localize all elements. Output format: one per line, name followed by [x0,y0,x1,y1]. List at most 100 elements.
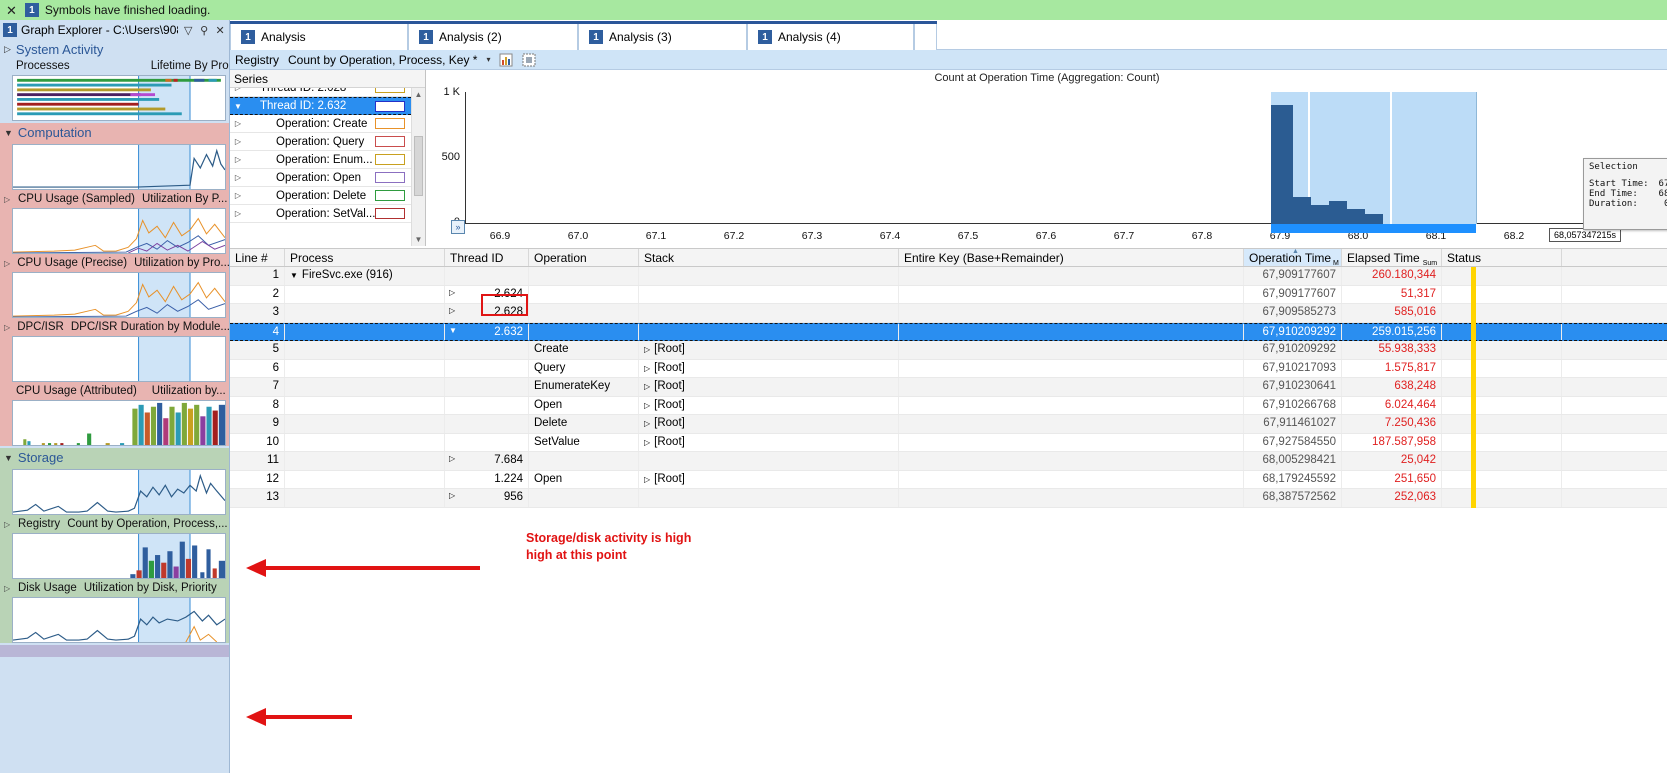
table-row[interactable]: 13 ▷ 956 68,387572562 252,063 [230,489,1667,508]
scrollbar-thumb[interactable] [414,136,423,196]
column-header-status[interactable]: Status [1442,249,1562,266]
table-row[interactable]: 4 ▼ 2.632 67,910209292 259.015,256 [230,322,1667,341]
series-color-swatch[interactable] [375,154,405,165]
scroll-up-icon[interactable]: ▲ [412,88,425,101]
tab-overflow[interactable] [914,21,937,50]
series-color-swatch[interactable] [375,190,405,201]
thumbnail-dpc-isr[interactable] [12,272,226,318]
sidebar-item-cpu-usage-attributed[interactable]: CPU Usage (Attributed) Utilization by... [0,384,229,398]
sidebar-item-processes[interactable]: Processes Lifetime By Process [0,59,229,73]
chevron-right-icon[interactable]: ▷ [449,306,455,315]
column-header-process[interactable]: Process [285,249,445,266]
series-color-swatch[interactable] [375,172,405,183]
chevron-down-icon[interactable]: ▼ [449,326,457,335]
column-header-operation-time[interactable]: Operation Time M ▲ [1244,248,1342,267]
cell-process [285,304,445,322]
series-color-swatch[interactable] [375,118,405,129]
series-row-operation-query[interactable]: ▷ Operation: Query [230,133,411,151]
chevron-right-icon[interactable]: ▷ [644,401,650,410]
column-header-line[interactable]: Line # [230,249,285,266]
table-row[interactable]: 6 Query ▷ [Root] 67,910217093 1.575,817 [230,359,1667,378]
close-icon[interactable]: ✕ [214,24,226,37]
tab-analysis-4[interactable]: 1 Analysis (4) [747,21,914,50]
chevron-right-icon[interactable]: ▷ [449,491,455,500]
cell-status [1442,452,1562,470]
tab-badge: 1 [758,30,772,44]
chevron-right-icon[interactable]: ▷ [449,454,455,463]
table-row[interactable]: 9 Delete ▷ [Root] 67,911461027 7.250,436 [230,415,1667,434]
selection-tooltip: Selection Start Time: 67,910209292s End … [1583,158,1667,230]
preset-name[interactable]: Count by Operation, Process, Key * [288,53,477,67]
axis-selection-strip[interactable] [1271,224,1476,233]
table-row[interactable]: 11 ▷ 7.684 68,005298421 25,042 [230,452,1667,471]
table-row[interactable]: 2 ▷ 2.624 67,909177607 51,317 [230,285,1667,304]
chevron-right-icon[interactable]: ▷ [644,364,650,373]
cell-line-number-text: 1 [272,269,279,281]
tab-analysis-2[interactable]: 1 Analysis (2) [408,21,578,50]
table-row[interactable]: 8 Open ▷ [Root] 67,910266768 6.024,464 [230,396,1667,415]
thumbnail-cpu-usage-sampled[interactable] [12,144,226,190]
chevron-right-icon[interactable]: ▷ [644,382,650,391]
chevron-down-icon[interactable]: ▼ [290,271,298,280]
series-row-operation-open[interactable]: ▷ Operation: Open [230,169,411,187]
chevron-right-icon[interactable]: ▷ [449,288,455,297]
series-row-operation-setvalue[interactable]: ▷ Operation: SetVal... [230,205,411,223]
sidebar-item-label: Processes [16,60,70,72]
scroll-down-icon[interactable]: ▼ [412,233,425,246]
column-header-stack[interactable]: Stack [639,249,899,266]
series-row-thread-2632[interactable]: ▼ Thread ID: 2.632 [230,97,411,115]
pin-icon[interactable]: ⚲ [198,24,210,37]
thumbnail-registry-count[interactable] [12,533,226,579]
table-row[interactable]: 5 Create ▷ [Root] 67,910209292 55.938,333 [230,341,1667,360]
close-icon[interactable]: ✕ [4,4,19,17]
chevron-down-icon[interactable]: ▽ [182,24,194,37]
thumbnail-cpu-usage-precise[interactable] [12,208,226,254]
table-row[interactable]: 1 ▼ FireSvc.exe (916) 67,909177607 260.180,3… [230,267,1667,286]
expand-chart-icon[interactable]: » [451,220,465,234]
registry-count-chart[interactable]: Count at Operation Time (Aggregation: Co… [427,70,1667,246]
chart-plot-area[interactable]: 1 K 500 0 [442,86,1667,228]
series-row-operation-enumerate[interactable]: ▷ Operation: Enum... [230,151,411,169]
sidebar-group-header-computation[interactable]: ▼ Computation [0,123,229,142]
sidebar-group-header-system-activity[interactable]: ▷ System Activity [0,40,229,59]
series-color-swatch[interactable] [375,88,405,93]
thumbnail-dpc-isr-duration[interactable] [12,336,226,382]
series-color-swatch[interactable] [375,136,405,147]
thumbnail-registry[interactable] [12,469,226,515]
sidebar-item-cpu-usage-sampled[interactable]: ▷ CPU Usage (Sampled) Utilization By P..… [0,192,229,206]
sidebar-item-disk-usage[interactable]: ▷ Disk Usage Utilization by Disk, Priori… [0,581,229,595]
sidebar-group-header-storage[interactable]: ▼ Storage [0,448,229,467]
chart-toggle-icon[interactable] [499,53,513,67]
table-row[interactable]: 7 EnumerateKey ▷ [Root] 67,910230641 638,248 [230,378,1667,397]
column-header-entire-key[interactable]: Entire Key (Base+Remainder) [899,249,1244,266]
preset-category[interactable]: Registry [235,53,279,67]
thumbnail-disk-usage[interactable] [12,597,226,643]
series-color-swatch[interactable] [375,208,405,219]
column-header-operation[interactable]: Operation [529,249,639,266]
chevron-right-icon[interactable]: ▷ [644,419,650,428]
thumbnail-cpu-usage-attributed[interactable] [12,400,226,446]
table-row[interactable]: 12 1.224 Open ▷ [Root] 68,179245592 251,650 [230,470,1667,489]
series-scrollbar[interactable]: ▲ ▼ [411,88,425,246]
sidebar-item-dpc-isr[interactable]: ▷ DPC/ISR DPC/ISR Duration by Module... [0,320,229,334]
tab-analysis-3[interactable]: 1 Analysis (3) [578,21,747,50]
cell-stack [639,489,899,507]
series-row-operation-create[interactable]: ▷ Operation: Create [230,115,411,133]
series-color-swatch[interactable] [375,100,405,112]
column-header-elapsed-time[interactable]: Elapsed Time Sum [1342,249,1442,267]
chevron-right-icon[interactable]: ▷ [644,475,650,484]
chevron-right-icon[interactable]: ▷ [644,345,650,354]
series-row-thread-2028[interactable]: ▷ Thread ID: 2.028 [230,88,411,97]
series-row-operation-delete[interactable]: ▷ Operation: Delete [230,187,411,205]
chevron-down-icon[interactable]: ▾ [486,55,490,64]
chevron-right-icon[interactable]: ▷ [644,438,650,447]
table-row[interactable]: 10 SetValue ▷ [Root] 67,927584550 187.587,958 [230,433,1667,452]
column-header-thread-id[interactable]: Thread ID [445,249,529,266]
sidebar-item-registry[interactable]: ▷ Registry Count by Operation, Process,.… [0,517,229,531]
tab-analysis-1[interactable]: 1 Analysis [230,21,408,50]
table-row[interactable]: 3 ▷ 2.628 67,909585273 585,016 [230,304,1667,323]
cell-operation-time-text: 68,179245592 [1262,472,1336,485]
thumbnail-processes[interactable] [12,75,226,121]
table-toggle-icon[interactable] [522,53,536,67]
sidebar-item-cpu-usage-precise[interactable]: ▷ CPU Usage (Precise) Utilization by Pro… [0,256,229,270]
